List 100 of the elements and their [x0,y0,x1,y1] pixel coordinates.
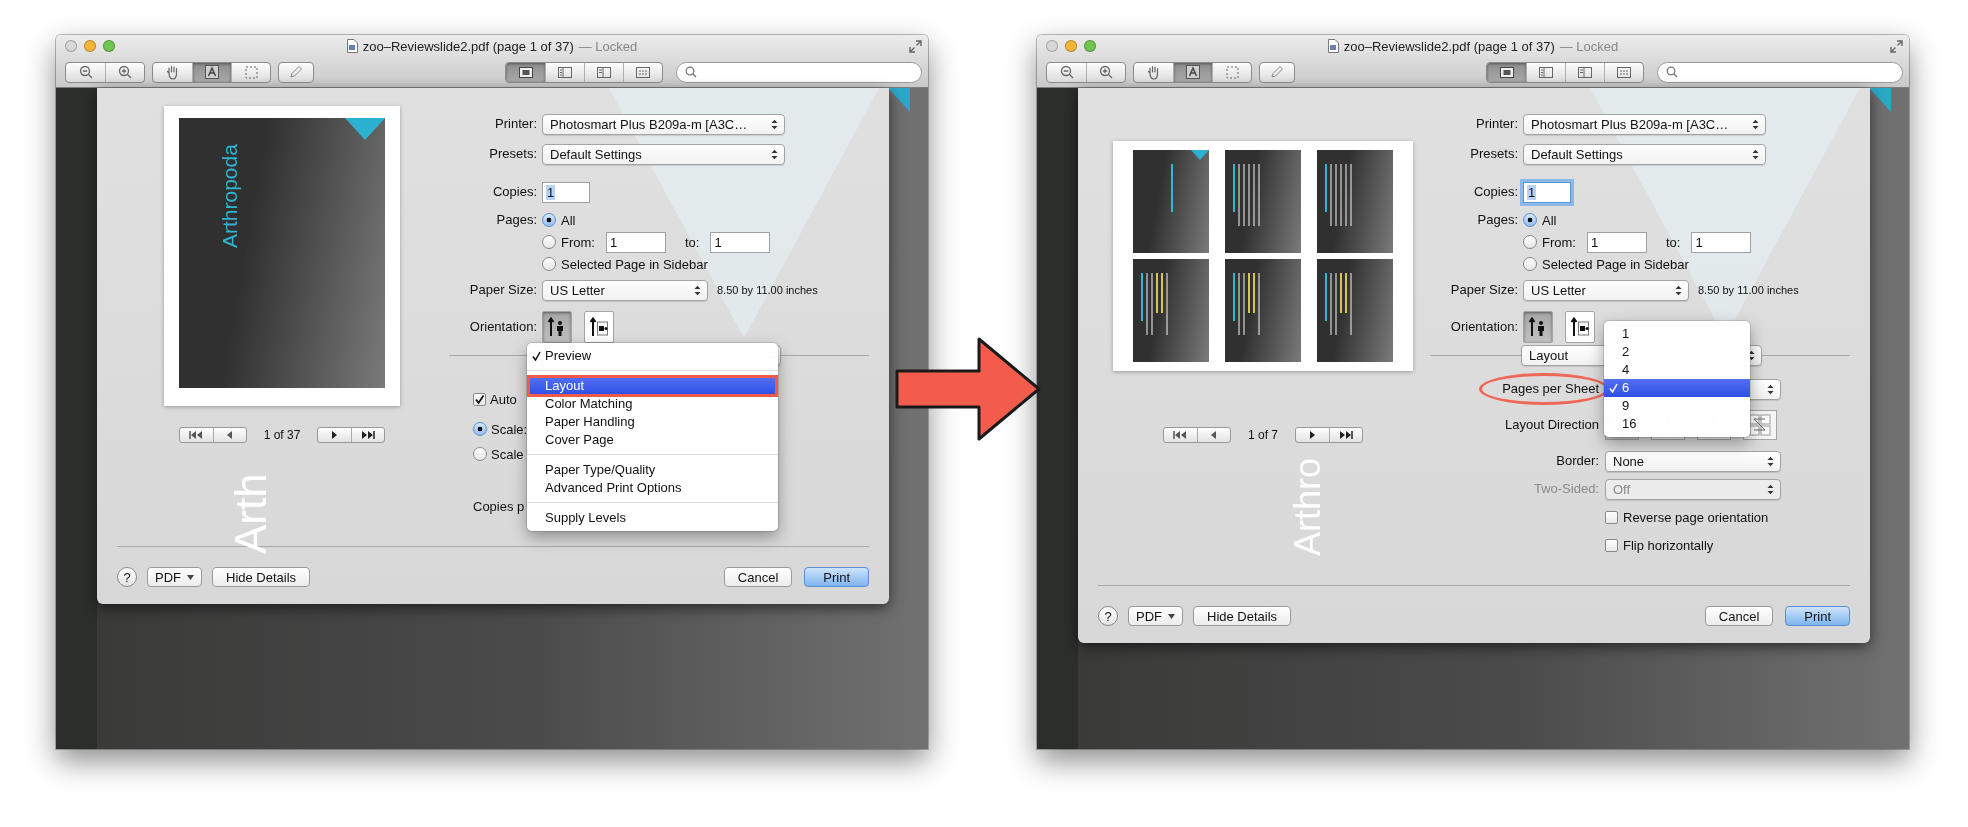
sidebar-icon [558,66,572,78]
option-label: From: [561,234,595,250]
radio-button[interactable] [473,447,487,461]
chevron-updown-icon [771,118,778,130]
copies-field[interactable]: 1 [542,181,590,203]
option-label: Auto [490,391,517,407]
view-button[interactable] [1487,62,1526,82]
presets-popup[interactable]: Default Settings [542,143,785,165]
orientation-button[interactable] [584,311,614,343]
menu-item[interactable]: 6 [1604,379,1750,397]
field-label: Pages per Sheet [1502,381,1599,396]
from-field[interactable]: 1 [605,231,666,253]
triangle-shape [1191,150,1209,160]
checkbox[interactable] [473,392,486,406]
menu-item[interactable]: 2 [1604,343,1750,361]
option-label: All [1542,212,1557,228]
option-label: Scale [491,446,524,462]
sidebar-icon [597,66,611,78]
help-button[interactable]: ? [1098,606,1118,626]
field-label: Copies: [1472,183,1518,201]
option-label: From: [1542,234,1576,250]
chevron-updown-icon [694,284,701,296]
field-label: Copies p [473,498,525,514]
menu-item[interactable]: Supply Levels [527,509,778,527]
menu-item[interactable]: Advanced Print Options [527,479,778,497]
grid-icon [1617,66,1631,78]
field-label: Printer: [494,115,537,133]
radio-button[interactable] [1523,213,1537,227]
menu-item[interactable]: 9 [1604,397,1750,415]
zoom-button[interactable] [103,40,115,52]
paper-size-note: 8.50 by 11.00 inches [717,284,818,296]
radio-button[interactable] [542,235,556,249]
cancel-button[interactable]: Cancel [723,567,793,587]
field-label: Presets: [1469,145,1518,163]
landscape-icon [589,317,609,337]
menu-item[interactable]: Layout [527,377,778,395]
tool-button[interactable] [1173,62,1212,82]
view-button[interactable] [506,62,545,82]
window-title: zoo–Reviewslide2.pdf (page 1 of 37) [1343,38,1555,54]
menu-item[interactable]: Cover Page [527,431,778,449]
checkbox[interactable] [1605,510,1618,524]
printer-popup[interactable]: Photosmart Plus B209a-m [A3C… [1523,113,1766,135]
tool-button[interactable] [192,62,231,82]
paper-size-popup[interactable]: US Letter [1523,279,1689,301]
print-button[interactable]: Print [1785,606,1850,626]
menu-item[interactable]: Paper Handling [527,413,778,431]
option-popup[interactable]: None [1605,450,1781,472]
pdf-button[interactable]: PDF [147,567,202,587]
page-icon [1499,66,1514,78]
pencil-icon [289,65,303,79]
text-tool-icon [205,65,219,79]
radio-button[interactable] [1523,257,1537,271]
menu-item[interactable]: Preview [527,347,778,365]
menu-item[interactable]: Paper Type/Quality [527,461,778,479]
radio-button[interactable] [542,257,556,271]
orientation-button[interactable] [1565,311,1595,343]
checkbox[interactable] [1605,538,1618,552]
triangle-shape [345,118,385,140]
chevron-updown-icon [1752,148,1759,160]
menu-item[interactable]: 4 [1604,361,1750,379]
paper-size-popup[interactable]: US Letter [542,279,708,301]
print-button[interactable]: Print [804,567,869,587]
field-label: Border: [1556,453,1599,468]
to-field[interactable]: 1 [710,231,771,253]
cancel-button[interactable]: Cancel [1704,606,1774,626]
fullscreen-icon[interactable] [1890,39,1903,53]
radio-button[interactable] [473,422,487,436]
menu-item[interactable]: 1 [1604,325,1750,343]
pdf-button[interactable]: PDF [1128,606,1183,626]
radio-button[interactable] [542,213,556,227]
search-field[interactable] [1657,61,1903,83]
page-counter: 1 of 37 [263,428,301,442]
presets-popup[interactable]: Default Settings [1523,143,1766,165]
menu-item[interactable]: Color Matching [527,395,778,413]
copies-field[interactable]: 1 [1523,181,1571,203]
field-label: Presets: [488,145,537,163]
zoom-button[interactable] [1084,40,1096,52]
to-field[interactable]: 1 [1691,231,1752,253]
radio-button[interactable] [1523,235,1537,249]
caret-icon [1168,613,1175,619]
hide-details-button[interactable]: Hide Details [1193,606,1292,626]
page-icon [518,66,533,78]
fullscreen-icon[interactable] [909,39,922,53]
printer-popup[interactable]: Photosmart Plus B209a-m [A3C… [542,113,785,135]
menu-item[interactable]: 16 [1604,415,1750,433]
orientation-button[interactable] [542,311,572,343]
from-field[interactable]: 1 [1586,231,1647,253]
help-button[interactable]: ? [117,567,137,587]
chevron-updown-icon [1752,118,1759,130]
checkmark-icon [532,351,541,361]
search-field[interactable] [676,61,922,83]
field-label: to: [1665,234,1681,250]
text-tool-icon [1186,65,1200,79]
hide-details-button[interactable]: Hide Details [212,567,311,587]
zoom-out-icon [1059,65,1074,79]
field-label: Orientation: [468,318,537,336]
lock-status: — Locked [578,38,638,54]
orientation-button[interactable] [1523,311,1553,343]
first-page-icon [189,431,204,439]
field-label: Pages: [1476,211,1518,229]
